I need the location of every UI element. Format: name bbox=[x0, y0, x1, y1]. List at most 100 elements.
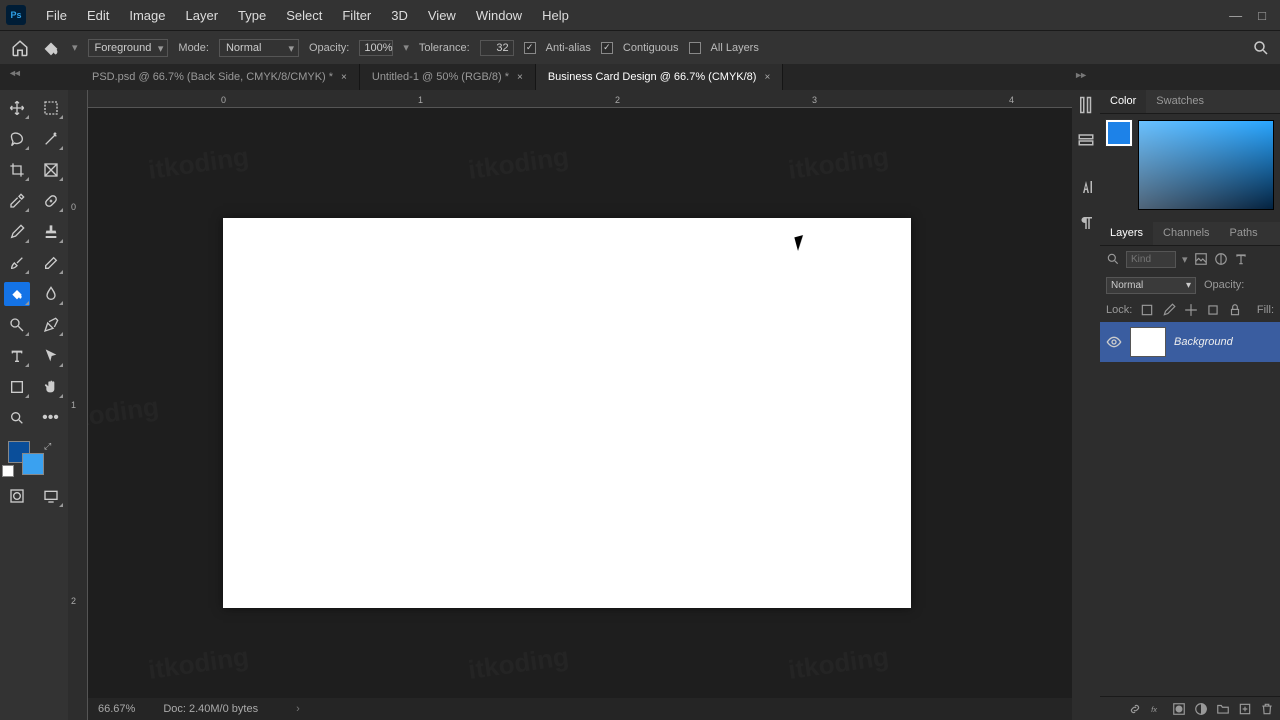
more-tool[interactable]: ••• bbox=[38, 406, 64, 430]
blur-tool[interactable] bbox=[38, 282, 64, 306]
stamp-tool[interactable] bbox=[38, 220, 64, 244]
lock-brush-icon[interactable] bbox=[1162, 303, 1176, 317]
wand-tool[interactable] bbox=[38, 127, 64, 151]
pen-tool[interactable] bbox=[38, 313, 64, 337]
tab-paths[interactable]: Paths bbox=[1220, 222, 1268, 245]
type-tool[interactable] bbox=[4, 344, 30, 368]
paint-bucket-icon[interactable] bbox=[40, 37, 62, 59]
status-chevron-icon[interactable]: › bbox=[296, 703, 300, 715]
filter-type-icon[interactable] bbox=[1234, 252, 1248, 266]
collapse-panels-icon[interactable]: ►► bbox=[1074, 70, 1084, 80]
opacity-input[interactable]: 100% bbox=[359, 40, 393, 56]
layer-row-background[interactable]: Background bbox=[1100, 322, 1280, 362]
ruler-v-1: 1 bbox=[71, 400, 76, 410]
menu-edit[interactable]: Edit bbox=[77, 3, 119, 28]
doc-tab-1[interactable]: PSD.psd @ 66.7% (Back Side, CMYK/8/CMYK)… bbox=[80, 64, 360, 90]
filter-image-icon[interactable] bbox=[1194, 252, 1208, 266]
menu-image[interactable]: Image bbox=[119, 3, 175, 28]
lock-move-icon[interactable] bbox=[1184, 303, 1198, 317]
menu-3d[interactable]: 3D bbox=[381, 3, 418, 28]
color-field[interactable] bbox=[1138, 120, 1274, 210]
search-icon[interactable] bbox=[1106, 252, 1120, 266]
fx-icon[interactable]: fx bbox=[1150, 702, 1164, 716]
maximize-button[interactable]: □ bbox=[1258, 8, 1266, 23]
contiguous-checkbox[interactable] bbox=[601, 42, 613, 54]
layer-thumbnail[interactable] bbox=[1130, 327, 1166, 357]
trash-icon[interactable] bbox=[1260, 702, 1274, 716]
history-brush-tool[interactable] bbox=[4, 251, 30, 275]
mask-icon[interactable] bbox=[1172, 702, 1186, 716]
canvas[interactable] bbox=[223, 218, 911, 608]
watermark: itkoding bbox=[466, 641, 570, 686]
crop-tool[interactable] bbox=[4, 158, 30, 182]
new-layer-icon[interactable] bbox=[1238, 702, 1252, 716]
menu-filter[interactable]: Filter bbox=[332, 3, 381, 28]
dodge-tool[interactable] bbox=[4, 313, 30, 337]
doc-tab-3[interactable]: Business Card Design @ 66.7% (CMYK/8) × bbox=[536, 64, 783, 90]
minimize-button[interactable]: — bbox=[1229, 8, 1242, 23]
bucket-tool[interactable] bbox=[4, 282, 30, 306]
close-icon[interactable]: × bbox=[517, 72, 523, 83]
canvas-area[interactable]: itkoding itkoding itkoding itkoding itko… bbox=[88, 108, 1072, 698]
menu-help[interactable]: Help bbox=[532, 3, 579, 28]
menu-view[interactable]: View bbox=[418, 3, 466, 28]
tab-layers[interactable]: Layers bbox=[1100, 222, 1153, 245]
brushes-icon[interactable] bbox=[1077, 96, 1095, 114]
link-icon[interactable] bbox=[1128, 702, 1142, 716]
mode-select[interactable]: Normal bbox=[219, 39, 299, 57]
layer-filter-input[interactable] bbox=[1126, 251, 1176, 268]
folder-icon[interactable] bbox=[1216, 702, 1230, 716]
blend-mode-select[interactable]: Normal bbox=[1106, 277, 1196, 294]
doc-tab-2[interactable]: Untitled-1 @ 50% (RGB/8) * × bbox=[360, 64, 536, 90]
visibility-eye-icon[interactable] bbox=[1106, 334, 1122, 350]
all-layers-checkbox[interactable] bbox=[689, 42, 701, 54]
screenmode-tool[interactable] bbox=[38, 484, 64, 508]
eyedropper-tool[interactable] bbox=[4, 189, 30, 213]
close-icon[interactable]: × bbox=[764, 72, 770, 83]
zoom-tool[interactable] bbox=[4, 406, 30, 430]
lock-transparent-icon[interactable] bbox=[1140, 303, 1154, 317]
watermark: itkoding bbox=[466, 141, 570, 186]
fill-mode-select[interactable]: Foreground bbox=[88, 39, 169, 57]
path-select-tool[interactable] bbox=[38, 344, 64, 368]
menu-select[interactable]: Select bbox=[276, 3, 332, 28]
tab-swatches[interactable]: Swatches bbox=[1146, 90, 1214, 113]
expand-toolbar-icon[interactable]: ◄◄ bbox=[8, 68, 18, 78]
history-icon[interactable] bbox=[1077, 132, 1095, 150]
antialias-checkbox[interactable] bbox=[524, 42, 536, 54]
tab-channels[interactable]: Channels bbox=[1153, 222, 1219, 245]
zoom-level[interactable]: 66.67% bbox=[98, 703, 135, 715]
search-icon[interactable] bbox=[1252, 39, 1270, 57]
ruler-h-1: 1 bbox=[418, 95, 423, 105]
color-swatches[interactable]: ⤢ bbox=[4, 441, 64, 477]
frame-tool[interactable] bbox=[38, 158, 64, 182]
healing-tool[interactable] bbox=[38, 189, 64, 213]
close-icon[interactable]: × bbox=[341, 72, 347, 83]
eraser-tool[interactable] bbox=[38, 251, 64, 275]
character-icon[interactable] bbox=[1077, 178, 1095, 196]
home-icon[interactable] bbox=[10, 39, 30, 57]
tolerance-input[interactable]: 32 bbox=[480, 40, 514, 56]
lasso-tool[interactable] bbox=[4, 127, 30, 151]
hand-tool[interactable] bbox=[38, 375, 64, 399]
brush-tool[interactable] bbox=[4, 220, 30, 244]
adjustment-icon[interactable] bbox=[1194, 702, 1208, 716]
menu-type[interactable]: Type bbox=[228, 3, 276, 28]
menu-file[interactable]: File bbox=[36, 3, 77, 28]
tab-color[interactable]: Color bbox=[1100, 90, 1146, 113]
shape-tool[interactable] bbox=[4, 375, 30, 399]
swap-colors-icon[interactable]: ⤢ bbox=[44, 441, 51, 452]
quickmask-tool[interactable] bbox=[4, 484, 30, 508]
paragraph-icon[interactable] bbox=[1077, 214, 1095, 232]
marquee-tool[interactable] bbox=[38, 96, 64, 120]
lock-artboard-icon[interactable] bbox=[1206, 303, 1220, 317]
color-panel-swatch[interactable] bbox=[1106, 120, 1132, 146]
lock-all-icon[interactable] bbox=[1228, 303, 1242, 317]
filter-adjust-icon[interactable] bbox=[1214, 252, 1228, 266]
menu-layer[interactable]: Layer bbox=[176, 3, 229, 28]
menu-window[interactable]: Window bbox=[466, 3, 532, 28]
background-swatch[interactable] bbox=[22, 453, 44, 475]
default-colors-icon[interactable] bbox=[4, 467, 14, 477]
watermark: itkoding bbox=[146, 641, 250, 686]
move-tool[interactable] bbox=[4, 96, 30, 120]
